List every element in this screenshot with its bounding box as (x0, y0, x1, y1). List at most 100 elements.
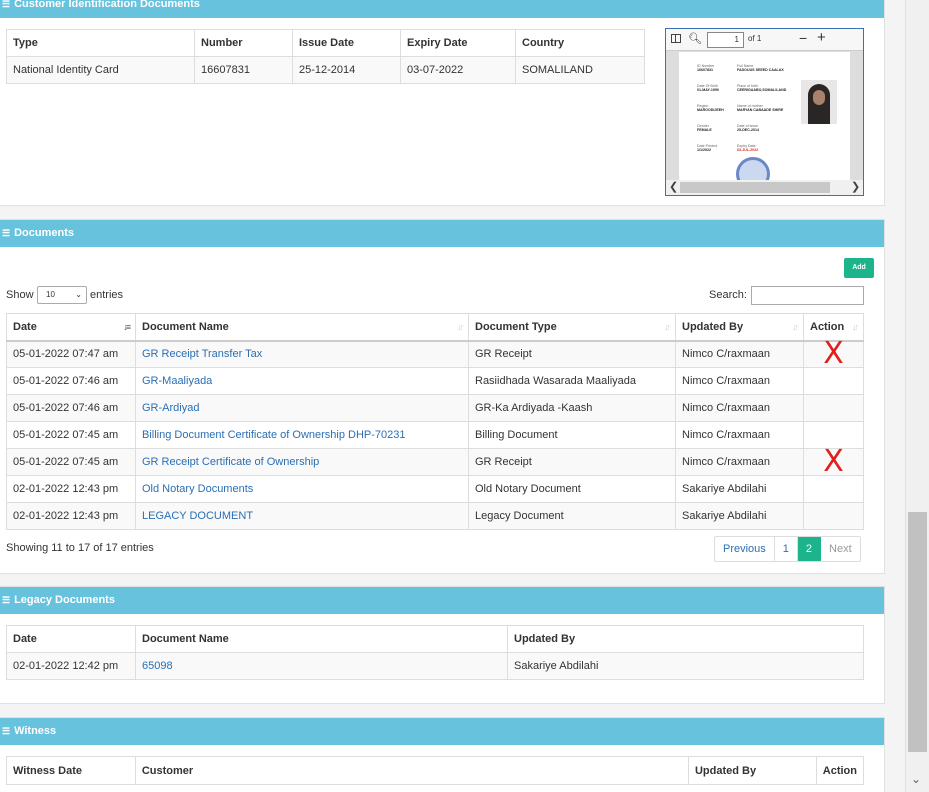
pagination: Previous 1 2 Next (714, 536, 861, 562)
id-card-field: Expiry Date 03-JUL-2022 (737, 144, 759, 152)
zoom-in-button[interactable]: + (817, 29, 826, 46)
page-scrollbar[interactable]: ⌄ (905, 0, 929, 792)
chevron-down-icon: ⌄ (75, 290, 82, 299)
table-row: 02-01-2022 12:43 pm Old Notary Documents… (6, 475, 864, 503)
search-input[interactable] (751, 286, 864, 305)
search-icon[interactable]: 🔍︎ (688, 32, 702, 45)
col-updated-by: Updated By (507, 625, 864, 653)
id-card-field: Gender FEMALE (697, 124, 712, 132)
legacy-documents-table: Date Document Name Updated By 02-01-2022… (6, 625, 864, 680)
page-size-select[interactable]: 10 ⌄ (37, 286, 87, 304)
document-link[interactable]: GR Receipt Transfer Tax (135, 340, 469, 368)
add-document-button[interactable]: Add (844, 258, 874, 278)
page-2-button[interactable]: 2 (797, 537, 822, 561)
search-label: Search: (709, 289, 747, 301)
cell-document-type: GR Receipt (468, 340, 676, 368)
cell-document-type: Legacy Document (468, 502, 676, 530)
cell-document-type: GR-Ka Ardiyada -Kaash (468, 394, 676, 422)
chevron-right-icon[interactable]: ❯ (851, 180, 860, 193)
seal-stamp (736, 157, 770, 180)
previous-page-button[interactable]: Previous (715, 537, 775, 561)
id-card-field: ID Number 16607831 (697, 64, 715, 72)
page-1-button[interactable]: 1 (775, 537, 798, 561)
panel-title: Legacy Documents (14, 594, 115, 606)
table-row: 02-01-2022 12:42 pm 65098 Sakariye Abdil… (6, 652, 864, 680)
photo-face (813, 90, 825, 105)
document-link[interactable]: 65098 (135, 652, 508, 680)
cell-action (803, 394, 864, 422)
cell-number: 16607831 (194, 56, 293, 84)
cell-updated-by: Nimco C/raxmaan (675, 340, 804, 368)
chevron-left-icon[interactable]: ❮ (669, 180, 678, 193)
panel-title: Customer Identification Documents (14, 0, 200, 10)
sort-icon: ↓↑ (792, 322, 799, 332)
scrollbar-thumb[interactable] (908, 512, 927, 752)
table-header-row: Date ↓≡ Document Name ↓↑ Document Type ↓↑ U… (6, 313, 864, 342)
page-number-input[interactable]: 1 (707, 32, 744, 48)
cell-date: 05-01-2022 07:46 am (6, 367, 136, 395)
scrollbar-thumb[interactable] (680, 182, 830, 193)
sidebar-toggle-icon[interactable] (671, 34, 681, 43)
chevron-down-icon[interactable]: ⌄ (911, 772, 921, 786)
document-link[interactable]: GR-Maaliyada (135, 367, 469, 395)
pdf-toolbar: 🔍︎ 1 of 1 − + (666, 29, 863, 51)
panel-title: Documents (14, 227, 74, 239)
panel-header[interactable]: ☰ Documents (0, 220, 884, 247)
entries-label: entries (90, 289, 124, 301)
panel-header[interactable]: ☰ Legacy Documents (0, 587, 884, 614)
col-document-type[interactable]: Document Type ↓↑ (468, 313, 676, 342)
col-customer: Customer (134, 756, 689, 785)
sort-icon: ↓↑ (852, 322, 859, 332)
col-date[interactable]: Date ↓≡ (6, 313, 136, 342)
document-link[interactable]: Old Notary Documents (135, 475, 469, 503)
col-type: Type (6, 29, 195, 57)
panel-header[interactable]: ☰ Customer Identification Documents (0, 0, 884, 18)
cell-document-type: Rasiidhada Wasarada Maaliyada (468, 367, 676, 395)
col-updated-by[interactable]: Updated By ↓↑ (675, 313, 804, 342)
col-document-name[interactable]: Document Name ↓↑ (135, 313, 469, 342)
panel-title: Witness (14, 725, 57, 737)
cell-date: 02-01-2022 12:43 pm (6, 502, 136, 530)
page: ☰ Customer Identification Documents Type … (0, 0, 905, 792)
cell-action (803, 475, 864, 503)
id-photo (801, 80, 837, 124)
document-link[interactable]: GR Receipt Certificate of Ownership (135, 448, 469, 476)
cell-updated-by: Sakariye Abdilahi (507, 652, 864, 680)
id-card-field: Full Name FADOUUS SEEED CAALAX (737, 64, 784, 72)
col-number: Number (194, 29, 293, 57)
table-header-row: Type Number Issue Date Expiry Date Count… (6, 29, 645, 57)
table-row: 05-01-2022 07:46 am GR-Ardiyad GR-Ka Ard… (6, 394, 864, 422)
cell-document-type: Billing Document (468, 421, 676, 449)
cell-action (803, 367, 864, 395)
witness-table: Witness Date Customer Updated By Action (6, 756, 865, 785)
next-page-button[interactable]: Next (821, 537, 860, 561)
panel-header[interactable]: ☰ Witness (0, 718, 884, 745)
table-row: National Identity Card 16607831 25-12-20… (6, 56, 645, 84)
document-link[interactable]: LEGACY DOCUMENT (135, 502, 469, 530)
id-documents-table: Type Number Issue Date Expiry Date Count… (6, 29, 645, 84)
x-mark-icon: X (823, 444, 844, 479)
customer-identification-panel: ☰ Customer Identification Documents Type … (0, 0, 885, 206)
table-row: 02-01-2022 12:43 pm LEGACY DOCUMENT Lega… (6, 502, 864, 530)
col-action[interactable]: Action ↓↑ (803, 313, 864, 342)
document-link[interactable]: Billing Document Certificate of Ownershi… (135, 421, 469, 449)
cell-action (803, 502, 864, 530)
cell-updated-by: Sakariye Abdilahi (675, 475, 804, 503)
pdf-viewer[interactable]: 🔍︎ 1 of 1 − + ID Number 16607831 Full Nam… (665, 28, 864, 196)
col-document-name: Document Name (135, 625, 508, 653)
document-link[interactable]: GR-Ardiyad (135, 394, 469, 422)
pdf-horizontal-scrollbar[interactable]: ❮ ❯ (666, 180, 863, 195)
menu-icon: ☰ (2, 595, 11, 605)
page-size-value: 10 (46, 290, 55, 299)
cell-document-type: GR Receipt (468, 448, 676, 476)
col-expiry-date: Expiry Date (400, 29, 516, 57)
sort-icon: ↓↑ (664, 322, 671, 332)
table-row: 05-01-2022 07:47 am GR Receipt Transfer … (6, 339, 864, 369)
cell-action: X (803, 339, 864, 369)
cell-date: 05-01-2022 07:45 am (6, 421, 136, 449)
table-row: 05-01-2022 07:46 am GR-Maaliyada Rasiidh… (6, 367, 864, 395)
cell-expiry-date: 03-07-2022 (400, 56, 516, 84)
cell-updated-by: Nimco C/raxmaan (675, 367, 804, 395)
zoom-out-button[interactable]: − (799, 30, 807, 46)
cell-document-type: Old Notary Document (468, 475, 676, 503)
